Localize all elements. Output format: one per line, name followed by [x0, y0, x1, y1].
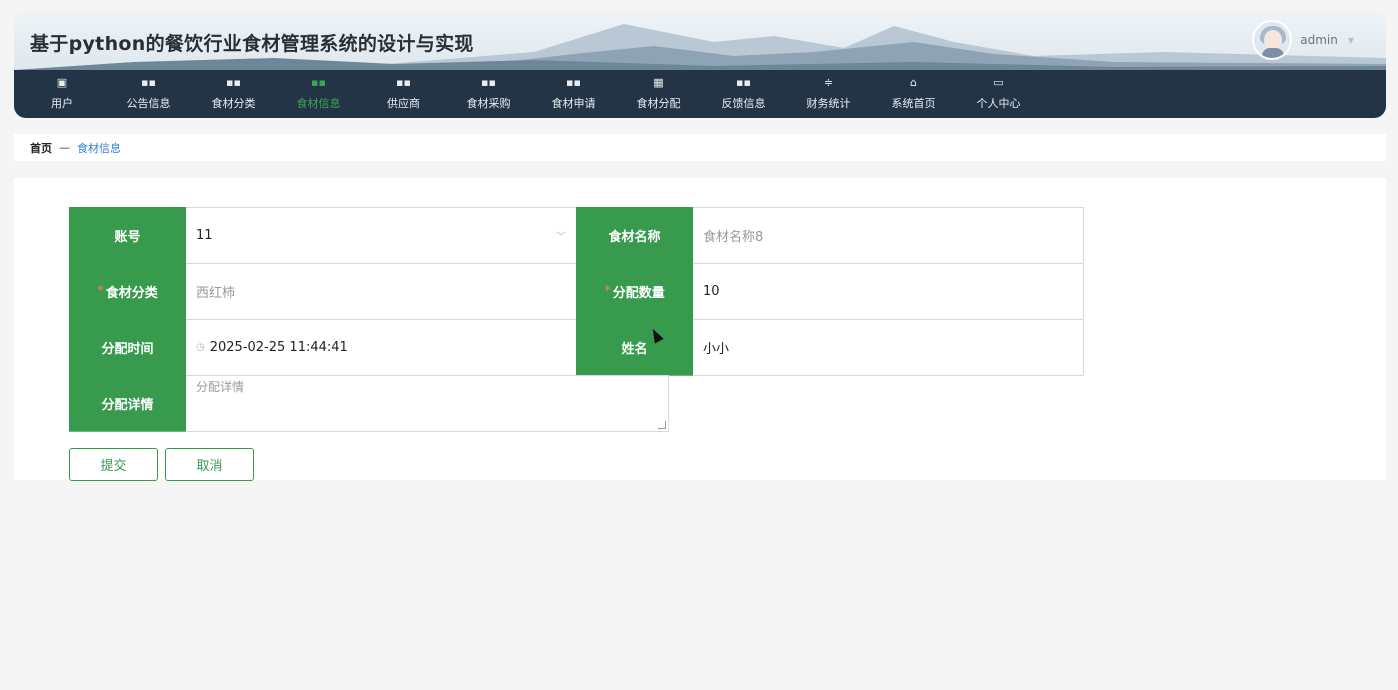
clock-icon: ◷ — [196, 342, 205, 353]
food-name-label: 食材名称 — [576, 207, 693, 264]
avatar[interactable] — [1252, 20, 1293, 60]
nav-item-finance[interactable]: ≑ 财务统计 — [786, 70, 871, 118]
cancel-button[interactable]: 取消 — [165, 448, 254, 481]
account-label: 账号 — [69, 207, 186, 264]
nav-item-supplier[interactable]: ▪▪ 供应商 — [361, 70, 446, 118]
grid-icon: ▪▪ — [396, 76, 411, 89]
submit-button[interactable]: 提交 — [69, 448, 158, 481]
main-nav: ▣ 用户 ▪▪ 公告信息 ▪▪ 食材分类 ▪▪ 食材信息 ▪▪ 供应商 ▪▪ 食… — [14, 70, 1386, 118]
time-picker[interactable]: ◷ 2025-02-25 11:44:41 — [186, 319, 577, 376]
breadcrumb: 首页 — 食材信息 — [14, 134, 1386, 161]
name-field[interactable]: 小小 — [693, 319, 1084, 376]
nav-item-request[interactable]: ▪▪ 食材申请 — [531, 70, 616, 118]
food-name-field[interactable]: 食材名称8 — [693, 207, 1084, 264]
grid-icon: ▪▪ — [481, 76, 496, 89]
nav-item-home[interactable]: ⌂ 系统首页 — [871, 70, 956, 118]
nav-item-purchase[interactable]: ▪▪ 食材采购 — [446, 70, 531, 118]
grid-icon: ▪▪ — [736, 76, 751, 89]
chevron-down-icon: ﹀ — [556, 232, 566, 243]
user-name[interactable]: admin — [1300, 33, 1338, 47]
clipboard-icon: ▣ — [56, 76, 68, 89]
grid-icon: ▪▪ — [141, 76, 156, 89]
category-field[interactable]: 西红柿 — [186, 263, 577, 320]
sliders-icon: ≑ — [823, 76, 834, 89]
detail-textarea[interactable]: 分配详情 — [186, 375, 669, 432]
quantity-label: * 分配数量 — [576, 263, 693, 320]
home-icon: ⌂ — [910, 76, 917, 89]
nav-item-food-info[interactable]: ▪▪ 食材信息 — [276, 70, 361, 118]
quantity-field[interactable]: 10 — [693, 263, 1084, 320]
category-label: * 食材分类 — [69, 263, 186, 320]
user-menu[interactable]: admin ▼ — [1252, 20, 1354, 60]
nav-item-profile[interactable]: ▭ 个人中心 — [956, 70, 1041, 118]
top-header: 基于python的餐饮行业食材管理系统的设计与实现 admin ▼ ▣ 用户 ▪… — [14, 12, 1386, 118]
nav-item-user[interactable]: ▣ 用户 — [18, 70, 106, 118]
site-title: 基于python的餐饮行业食材管理系统的设计与实现 — [30, 33, 474, 55]
form-panel: 账号 11 ﹀ 食材名称 食材名称8 * 食材分类 西红柿 * 分配数量 10 分配… — [14, 178, 1386, 481]
time-label: 分配时间 — [69, 319, 186, 376]
card-icon: ▭ — [993, 76, 1004, 89]
chevron-down-icon[interactable]: ▼ — [1348, 36, 1354, 45]
breadcrumb-separator: — — [59, 141, 70, 154]
breadcrumb-current[interactable]: 食材信息 — [77, 140, 121, 156]
name-label: 姓名 — [576, 319, 693, 376]
table-icon: ▦ — [653, 76, 664, 89]
account-select[interactable]: 11 ﹀ — [186, 207, 577, 264]
grid-icon: ▪▪ — [226, 76, 241, 89]
nav-item-allocation[interactable]: ▦ 食材分配 — [616, 70, 701, 118]
detail-label: 分配详情 — [69, 375, 186, 432]
nav-item-feedback[interactable]: ▪▪ 反馈信息 — [701, 70, 786, 118]
resize-handle-icon[interactable] — [658, 421, 666, 429]
grid-icon: ▪▪ — [566, 76, 581, 89]
breadcrumb-home[interactable]: 首页 — [30, 140, 52, 156]
nav-item-announcements[interactable]: ▪▪ 公告信息 — [106, 70, 191, 118]
grid-icon: ▪▪ — [311, 76, 326, 89]
nav-item-food-category[interactable]: ▪▪ 食材分类 — [191, 70, 276, 118]
